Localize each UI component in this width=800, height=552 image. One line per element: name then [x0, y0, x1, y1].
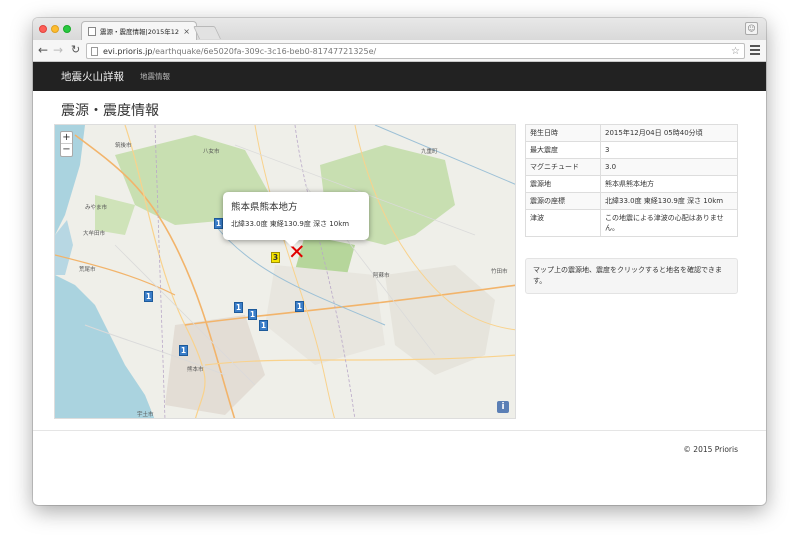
hamburger-menu-icon[interactable]	[750, 44, 760, 56]
map-help-note: マップ上の震源地、震度をクリックすると地名を確認できます。	[525, 258, 738, 294]
page-title: 震源・震度情報	[61, 103, 159, 119]
table-value: 3	[600, 141, 738, 159]
browser-toolbar: ← → ↻ evi.prioris.jp/earthquake/6e5020fa…	[33, 40, 766, 62]
url-host: evi.prioris.jp	[103, 46, 153, 56]
tab-close-icon[interactable]: ×	[183, 27, 190, 36]
reload-icon[interactable]: ↻	[71, 43, 80, 57]
place-label: 宇土市	[137, 412, 154, 418]
table-key: マグニチュード	[525, 158, 601, 176]
place-label: 九重町	[421, 149, 438, 155]
table-row: 発生日時 2015年12月04日 05時40分頃	[525, 124, 738, 142]
place-label: 阿蘇市	[373, 273, 390, 279]
epicenter-popup: 熊本県熊本地方 北緯33.0度 東経130.9度 深さ 10km	[223, 192, 369, 247]
zoom-out-button[interactable]: −	[61, 144, 72, 156]
footer-copyright: © 2015 Prioris	[683, 445, 738, 454]
max-intensity-marker[interactable]: 3	[271, 252, 280, 263]
table-row: マグニチュード 3.0	[525, 158, 738, 176]
zoom-control: + −	[60, 131, 73, 157]
table-value: 北緯33.0度 東経130.9度 深さ 10km	[600, 192, 738, 210]
page-favicon-icon	[88, 26, 96, 36]
table-key: 震源の座標	[525, 192, 601, 210]
place-label: みやま市	[85, 205, 108, 211]
table-row: 震源の座標 北緯33.0度 東経130.9度 深さ 10km	[525, 192, 738, 210]
place-label: 大牟田市	[83, 231, 106, 237]
place-label: 竹田市	[491, 269, 508, 275]
table-value: 熊本県熊本地方	[600, 175, 738, 193]
intensity-marker[interactable]: 1	[248, 309, 257, 320]
place-label: 荒尾市	[79, 267, 96, 273]
tab-strip: 震源・震度情報|2015年12月 × ☺	[33, 18, 766, 40]
site-brand[interactable]: 地震火山詳報	[61, 69, 124, 84]
address-bar[interactable]: evi.prioris.jp/earthquake/6e5020fa-309c-…	[86, 43, 745, 59]
person-icon[interactable]: ☺	[745, 22, 758, 35]
tab-title: 震源・震度情報|2015年12月	[100, 28, 180, 36]
forward-arrow-icon[interactable]: →	[53, 43, 63, 57]
page-icon	[91, 46, 98, 56]
minimize-window-button[interactable]	[51, 25, 59, 33]
url-text[interactable]: evi.prioris.jp/earthquake/6e5020fa-309c-…	[103, 47, 731, 56]
intensity-marker[interactable]: 1	[234, 302, 243, 313]
table-row: 震源地 熊本県熊本地方	[525, 175, 738, 193]
table-row: 最大震度 3	[525, 141, 738, 159]
table-key: 発生日時	[525, 124, 601, 142]
site-navbar: 地震火山詳報 地震情報	[33, 62, 766, 91]
table-key: 最大震度	[525, 141, 601, 159]
zoom-in-button[interactable]: +	[61, 132, 72, 144]
intensity-marker[interactable]: 1	[214, 218, 223, 229]
back-arrow-icon[interactable]: ←	[38, 43, 48, 57]
popup-detail: 北緯33.0度 東経130.9度 深さ 10km	[231, 220, 350, 228]
new-tab-button[interactable]	[192, 26, 222, 39]
earthquake-map[interactable]: + − 大牟田市 みやま市 荒尾市 熊本市 宇土市 阿蘇市 竹田市 八女市 筑後…	[54, 124, 516, 419]
earthquake-info-table: 発生日時 2015年12月04日 05時40分頃 最大震度 3 マグニチュード …	[525, 124, 738, 237]
intensity-marker[interactable]: 1	[259, 320, 268, 331]
table-value: この地震による津波の心配はありません。	[600, 209, 738, 237]
url-path: /earthquake/6e5020fa-309c-3c16-beb0-8174…	[152, 46, 377, 56]
table-row: 津波 この地震による津波の心配はありません。	[525, 209, 738, 237]
map-tiles[interactable]	[55, 125, 516, 419]
table-key: 津波	[525, 209, 601, 237]
place-label: 八女市	[203, 149, 220, 155]
bookmark-star-icon[interactable]: ☆	[731, 46, 740, 57]
close-window-button[interactable]	[39, 25, 47, 33]
place-label: 熊本市	[187, 367, 204, 373]
nav-link-earthquake-info[interactable]: 地震情報	[140, 71, 170, 82]
intensity-marker[interactable]: 1	[295, 301, 304, 312]
intensity-marker[interactable]: 1	[179, 345, 188, 356]
table-value: 3.0	[600, 158, 738, 176]
table-key: 震源地	[525, 175, 601, 193]
intensity-marker[interactable]: 1	[144, 291, 153, 302]
map-info-icon[interactable]: i	[497, 401, 509, 413]
table-value: 2015年12月04日 05時40分頃	[600, 124, 738, 142]
popup-title: 熊本県熊本地方	[231, 202, 298, 213]
browser-window: 震源・震度情報|2015年12月 × ☺ ← → ↻ evi.prioris.j…	[33, 18, 766, 505]
browser-tab[interactable]: 震源・震度情報|2015年12月 ×	[81, 21, 197, 40]
zoom-window-button[interactable]	[63, 25, 71, 33]
footer-divider	[33, 430, 766, 431]
place-label: 筑後市	[115, 143, 132, 149]
